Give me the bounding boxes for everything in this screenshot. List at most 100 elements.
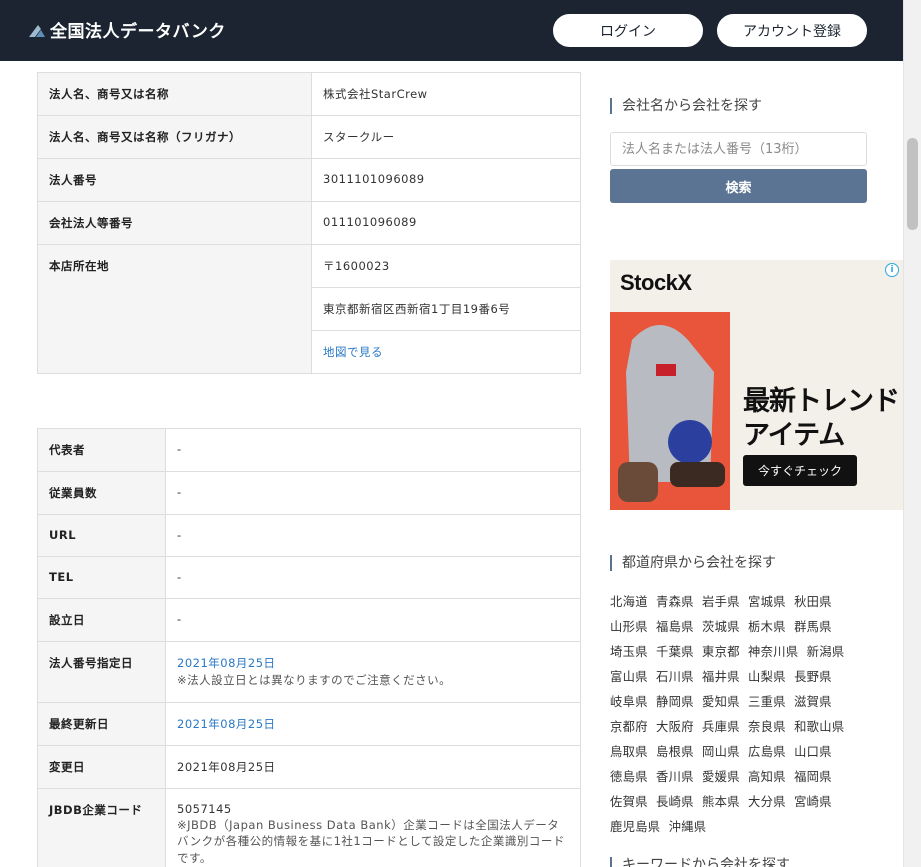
table-row: 法人名、商号又は名称（フリガナ） スタークルー (37, 115, 581, 159)
prefecture-link[interactable]: 兵庫県 (702, 720, 740, 734)
row-label: 法人名、商号又は名称 (37, 72, 312, 116)
signup-button[interactable]: アカウント登録 (717, 14, 867, 47)
prefecture-link[interactable]: 沖縄県 (669, 820, 707, 834)
row-label: 法人番号指定日 (37, 641, 166, 703)
prefecture-link[interactable]: 大分県 (748, 795, 786, 809)
prefecture-link[interactable]: 栃木県 (748, 620, 786, 634)
prefecture-link[interactable]: 岐阜県 (610, 695, 648, 709)
prefecture-link[interactable]: 長崎県 (656, 795, 694, 809)
jbdb-code: 5057145 (177, 801, 232, 816)
table-row: 設立日 - (37, 598, 581, 642)
table-row: 会社法人等番号 011101096089 (37, 201, 581, 245)
prefecture-list: 北海道 青森県 岩手県 宮城県 秋田県 山形県 福島県 茨城県 栃木県 群馬県 … (610, 590, 870, 840)
prefecture-link[interactable]: 宮崎県 (794, 795, 832, 809)
row-value: 株式会社StarCrew (311, 72, 581, 116)
row-label: 法人名、商号又は名称（フリガナ） (37, 115, 312, 159)
prefecture-link[interactable]: 島根県 (656, 745, 694, 759)
site-name: 全国法人データバンク (50, 22, 226, 42)
prefecture-link[interactable]: 岩手県 (702, 595, 740, 609)
prefecture-link[interactable]: 鹿児島県 (610, 820, 660, 834)
table-row: 法人番号指定日 2021年08月25日 ※法人設立日とは異なりますのでご注意くだ… (37, 641, 581, 703)
advertisement[interactable]: StockX i 最新トレンド アイテム 今すぐチェック (610, 260, 903, 510)
prefecture-link[interactable]: 京都府 (610, 720, 648, 734)
prefecture-link[interactable]: 福井県 (702, 670, 740, 684)
row-label: 最終更新日 (37, 701, 166, 746)
prefecture-link[interactable]: 北海道 (610, 595, 648, 609)
prefecture-link[interactable]: 高知県 (748, 770, 786, 784)
login-button[interactable]: ログイン (553, 14, 703, 47)
basic-info-table: 法人名、商号又は名称 株式会社StarCrew 法人名、商号又は名称（フリガナ）… (37, 72, 581, 374)
company-search-heading: 会社名から会社を探す (610, 98, 762, 114)
map-cell: 地図で見る (311, 330, 581, 374)
prefecture-link[interactable]: 広島県 (748, 745, 786, 759)
table-row: 本店所在地 〒1600023 (37, 244, 581, 374)
table-row: 最終更新日 2021年08月25日 (37, 701, 581, 746)
address-value: 東京都新宿区西新宿1丁目19番6号 (311, 287, 581, 331)
prefecture-link[interactable]: 宮城県 (748, 595, 786, 609)
designated-note: ※法人設立日とは異なりますのでご注意ください。 (177, 673, 452, 687)
table-row: 法人番号 3011101096089 (37, 158, 581, 202)
prefecture-link[interactable]: 大阪府 (656, 720, 694, 734)
row-value: 5057145 ※JBDB（Japan Business Data Bank）企… (165, 787, 581, 867)
prefecture-link[interactable]: 鳥取県 (610, 745, 648, 759)
ad-cta-button[interactable]: 今すぐチェック (743, 455, 857, 486)
prefecture-link[interactable]: 山梨県 (748, 670, 786, 684)
prefecture-link[interactable]: 神奈川県 (748, 645, 798, 659)
row-label: TEL (37, 556, 166, 599)
prefecture-link[interactable]: 香川県 (656, 770, 694, 784)
prefecture-link[interactable]: 奈良県 (748, 720, 786, 734)
prefecture-link[interactable]: 山口県 (794, 745, 832, 759)
table-row: 変更日 2021年08月25日 (37, 744, 581, 789)
map-link[interactable]: 地図で見る (323, 345, 383, 359)
prefecture-link[interactable]: 福岡県 (794, 770, 832, 784)
prefecture-link[interactable]: 石川県 (656, 670, 694, 684)
scrollbar-thumb[interactable] (907, 138, 918, 230)
row-value: 011101096089 (311, 201, 581, 245)
prefecture-link[interactable]: 福島県 (656, 620, 694, 634)
prefecture-link[interactable]: 静岡県 (656, 695, 694, 709)
prefecture-link[interactable]: 秋田県 (794, 595, 832, 609)
prefecture-link[interactable]: 岡山県 (702, 745, 740, 759)
table-row: URL - (37, 514, 581, 557)
prefecture-link[interactable]: 東京都 (702, 645, 740, 659)
row-label: URL (37, 514, 166, 557)
prefecture-heading: 都道府県から会社を探す (610, 555, 776, 571)
prefecture-link[interactable]: 新潟県 (807, 645, 845, 659)
prefecture-link[interactable]: 滋賀県 (794, 695, 832, 709)
site-logo[interactable]: 全国法人データバンク (29, 17, 226, 42)
prefecture-link[interactable]: 佐賀県 (610, 795, 648, 809)
prefecture-link[interactable]: 埼玉県 (610, 645, 648, 659)
row-value: 3011101096089 (311, 158, 581, 202)
prefecture-link[interactable]: 青森県 (656, 595, 694, 609)
prefecture-link[interactable]: 愛媛県 (702, 770, 740, 784)
row-label: 会社法人等番号 (37, 201, 312, 245)
prefecture-link[interactable]: 富山県 (610, 670, 648, 684)
designated-date-link[interactable]: 2021年08月25日 (177, 656, 276, 670)
row-value: - (165, 428, 581, 472)
prefecture-link[interactable]: 徳島県 (610, 770, 648, 784)
prefecture-link[interactable]: 千葉県 (656, 645, 694, 659)
prefecture-link[interactable]: 三重県 (748, 695, 786, 709)
postal-code: 〒1600023 (311, 244, 581, 288)
search-button[interactable]: 検索 (610, 169, 867, 203)
prefecture-link[interactable]: 熊本県 (702, 795, 740, 809)
prefecture-link[interactable]: 群馬県 (794, 620, 832, 634)
prefecture-link[interactable]: 長野県 (794, 670, 832, 684)
row-value: - (165, 471, 581, 515)
ad-brand: StockX (620, 270, 692, 295)
row-value: - (165, 514, 581, 557)
keyword-heading: キーワードから会社を探す (610, 857, 790, 867)
ad-info-icon[interactable]: i (885, 263, 899, 277)
ad-headline-line2: アイテム (743, 420, 845, 450)
prefecture-link[interactable]: 茨城県 (702, 620, 740, 634)
prefecture-link[interactable]: 和歌山県 (794, 720, 844, 734)
row-value: 2021年08月25日 ※法人設立日とは異なりますのでご注意ください。 (165, 641, 581, 703)
company-search-input[interactable] (610, 132, 867, 166)
row-value: - (165, 556, 581, 599)
page-scrollbar[interactable] (903, 0, 921, 867)
prefecture-link[interactable]: 愛知県 (702, 695, 740, 709)
last-updated-link[interactable]: 2021年08月25日 (177, 717, 276, 731)
row-label: 代表者 (37, 428, 166, 472)
detail-info-table: 代表者 - 従業員数 - URL - TEL - 設立日 - 法人番号指定日 2… (37, 428, 581, 867)
prefecture-link[interactable]: 山形県 (610, 620, 648, 634)
